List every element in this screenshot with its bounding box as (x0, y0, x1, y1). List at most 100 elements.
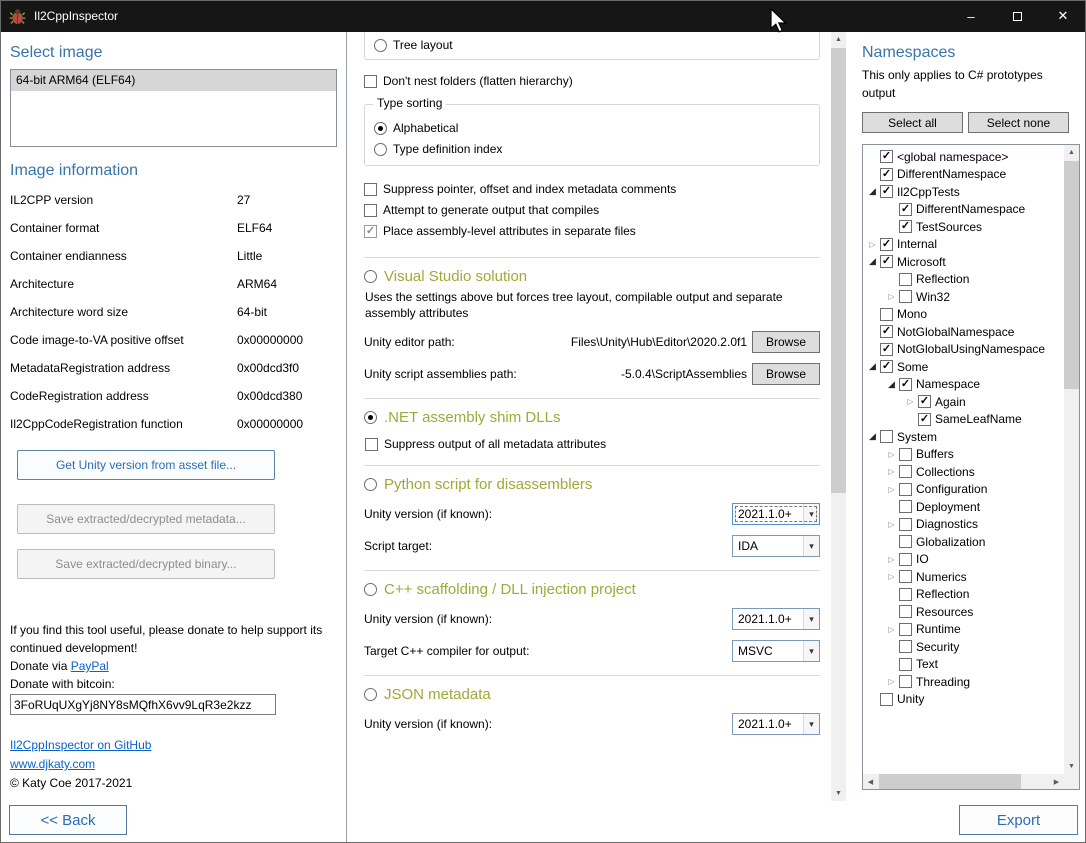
tree-expander-icon[interactable]: ◢ (865, 360, 880, 373)
path-value[interactable]: Files\Unity\Hub\Editor\2020.2.0f1 (571, 335, 747, 349)
tree-item[interactable]: Reflection (863, 271, 1064, 289)
close-button[interactable]: ✕ (1040, 0, 1086, 32)
tree-vertical-scrollbar[interactable]: ▲ ▼ (1064, 145, 1079, 774)
tree-expander-icon[interactable]: ▷ (884, 570, 899, 583)
tree-horizontal-scrollbar[interactable]: ◀ ▶ (863, 774, 1064, 789)
combo-box[interactable]: 2021.1.0+▾ (732, 713, 820, 735)
tree-item[interactable]: Security (863, 638, 1064, 656)
scrollbar-thumb[interactable] (879, 774, 1021, 789)
image-list-item[interactable]: 64-bit ARM64 (ELF64) (11, 70, 336, 91)
option-checkbox-row[interactable]: Attempt to generate output that compiles (364, 202, 831, 218)
tree-expander-icon[interactable]: ◢ (865, 255, 880, 268)
checkbox[interactable]: ✓ (880, 150, 893, 163)
checkbox[interactable] (899, 675, 912, 688)
checkbox[interactable] (899, 448, 912, 461)
maximize-button[interactable] (994, 0, 1040, 32)
tree-item[interactable]: ◢✓Some (863, 358, 1064, 376)
tree-item[interactable]: ▷Numerics (863, 568, 1064, 586)
tree-expander-icon[interactable]: ▷ (884, 448, 899, 461)
combo-box[interactable]: IDA▾ (732, 535, 820, 557)
checkbox[interactable]: ✓ (880, 360, 893, 373)
tree-item[interactable]: ▷Diagnostics (863, 516, 1064, 534)
checkbox[interactable] (899, 500, 912, 513)
scroll-down-icon[interactable]: ▼ (1064, 759, 1079, 774)
tree-item[interactable]: ▷IO (863, 551, 1064, 569)
checkbox[interactable]: ✓ (880, 343, 893, 356)
checkbox[interactable] (899, 290, 912, 303)
minimize-button[interactable]: – (948, 0, 994, 32)
tree-item[interactable]: ▷✓Internal (863, 236, 1064, 254)
checkbox[interactable]: ✓ (880, 255, 893, 268)
checkbox[interactable] (899, 553, 912, 566)
tree-item[interactable]: Unity (863, 691, 1064, 709)
flatten-checkbox-row[interactable]: Don't nest folders (flatten hierarchy) (364, 73, 831, 89)
checkbox[interactable]: ✓ (899, 378, 912, 391)
tree-item[interactable]: ✓NotGlobalNamespace (863, 323, 1064, 341)
tree-expander-icon[interactable]: ▷ (884, 290, 899, 303)
website-link[interactable]: www.djkaty.com (10, 757, 95, 771)
tree-item[interactable]: ◢✓Namespace (863, 376, 1064, 394)
checkbox[interactable]: ✓ (918, 395, 931, 408)
checkbox[interactable] (899, 570, 912, 583)
back-button[interactable]: << Back (9, 805, 127, 835)
checkbox[interactable] (899, 605, 912, 618)
checkbox[interactable] (899, 273, 912, 286)
output-section-header[interactable]: .NET assembly shim DLLs (364, 409, 820, 426)
checkbox[interactable]: ✓ (880, 168, 893, 181)
bitcoin-address-input[interactable] (10, 694, 276, 715)
tree-item[interactable]: ✓SameLeafName (863, 411, 1064, 429)
tree-expander-icon[interactable]: ◢ (865, 430, 880, 443)
tree-item[interactable]: ▷Buffers (863, 446, 1064, 464)
tree-item[interactable]: ✓NotGlobalUsingNamespace (863, 341, 1064, 359)
browse-button[interactable]: Browse (752, 363, 820, 385)
checkbox[interactable] (899, 623, 912, 636)
checkbox[interactable] (880, 308, 893, 321)
tree-expander-icon[interactable]: ◢ (865, 185, 880, 198)
tree-item[interactable]: ▷Configuration (863, 481, 1064, 499)
scroll-up-icon[interactable]: ▲ (1064, 145, 1079, 160)
tree-item[interactable]: ◢✓Il2CppTests (863, 183, 1064, 201)
combo-box[interactable]: 2021.1.0+▾ (732, 608, 820, 630)
github-link[interactable]: Il2CppInspector on GitHub (10, 738, 151, 752)
select-none-button[interactable]: Select none (968, 112, 1069, 133)
tree-item[interactable]: ✓TestSources (863, 218, 1064, 236)
option-checkbox-row[interactable]: Suppress pointer, offset and index metad… (364, 181, 831, 197)
tree-expander-icon[interactable]: ▷ (884, 623, 899, 636)
checkbox[interactable] (899, 535, 912, 548)
output-section-header[interactable]: JSON metadata (364, 686, 820, 703)
export-button[interactable]: Export (959, 805, 1078, 835)
option-checkbox-row[interactable]: ✓Place assembly-level attributes in sepa… (364, 223, 831, 239)
scrollbar-thumb[interactable] (1064, 161, 1079, 389)
tree-layout-radio-row[interactable]: Tree layout (374, 37, 809, 53)
tree-item[interactable]: ▷✓Again (863, 393, 1064, 411)
image-listbox[interactable]: 64-bit ARM64 (ELF64) (10, 69, 337, 147)
output-section-header[interactable]: Python script for disassemblers (364, 476, 820, 493)
checkbox[interactable]: ✓ (880, 185, 893, 198)
type-sorting-option[interactable]: Type definition index (374, 141, 809, 157)
checkbox[interactable] (899, 640, 912, 653)
type-sorting-option[interactable]: Alphabetical (374, 120, 809, 136)
checkbox[interactable] (899, 518, 912, 531)
tree-expander-icon[interactable]: ▷ (884, 483, 899, 496)
tree-expander-icon[interactable]: ▷ (884, 675, 899, 688)
tree-item[interactable]: ▷Runtime (863, 621, 1064, 639)
scrollbar-thumb[interactable] (831, 48, 846, 493)
tree-item[interactable]: ✓DifferentNamespace (863, 201, 1064, 219)
checkbox[interactable] (899, 588, 912, 601)
output-section-header[interactable]: C++ scaffolding / DLL injection project (364, 581, 820, 598)
checkbox[interactable]: ✓ (918, 413, 931, 426)
paypal-link[interactable]: PayPal (71, 659, 109, 673)
tree-item[interactable]: ▷Threading (863, 673, 1064, 691)
checkbox[interactable] (899, 658, 912, 671)
checkbox[interactable] (880, 693, 893, 706)
scroll-down-icon[interactable]: ▼ (831, 786, 846, 801)
center-scrollbar[interactable]: ▲ ▼ (831, 32, 846, 801)
tree-expander-icon[interactable]: ▷ (865, 238, 880, 251)
tree-item[interactable]: ✓DifferentNamespace (863, 166, 1064, 184)
scroll-right-icon[interactable]: ▶ (1049, 774, 1064, 789)
tree-expander-icon[interactable]: ▷ (884, 465, 899, 478)
tree-item[interactable]: ◢System (863, 428, 1064, 446)
get-unity-version-button[interactable]: Get Unity version from asset file... (17, 450, 275, 480)
tree-item[interactable]: Resources (863, 603, 1064, 621)
tree-expander-icon[interactable]: ▷ (884, 553, 899, 566)
